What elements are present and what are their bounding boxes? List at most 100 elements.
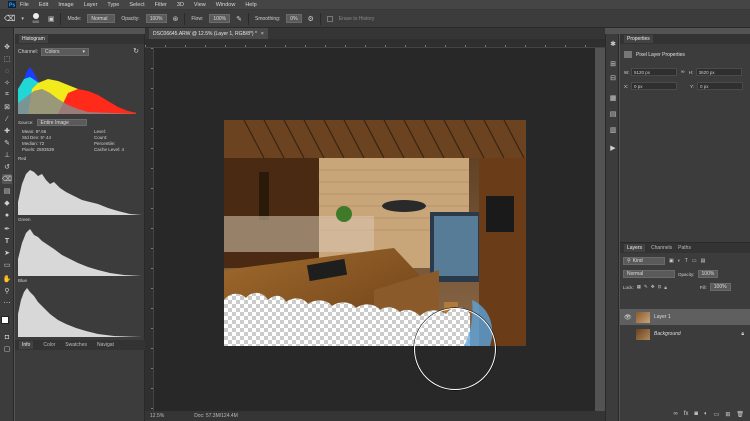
- menu-3d[interactable]: 3D: [177, 2, 184, 8]
- add-mask-icon[interactable]: ◙: [694, 411, 698, 417]
- zoom-level[interactable]: 12.5%: [150, 413, 164, 419]
- character-icon[interactable]: ▥: [609, 126, 617, 134]
- width-field[interactable]: 5120 px: [631, 68, 677, 76]
- filter-smart-icon[interactable]: ▤: [701, 258, 706, 264]
- quick-mask-icon[interactable]: ◘: [2, 332, 12, 342]
- lock-artboard-icon[interactable]: ⊡: [658, 284, 662, 290]
- fx-icon[interactable]: fx: [684, 411, 689, 417]
- brush-size-picker[interactable]: 600: [30, 13, 42, 24]
- type-tool-icon[interactable]: T: [2, 236, 12, 246]
- tab-info[interactable]: Info: [19, 341, 34, 349]
- opacity-field[interactable]: 100%: [145, 14, 167, 23]
- filter-adjust-icon[interactable]: ◐: [678, 258, 681, 264]
- menu-view[interactable]: View: [194, 2, 206, 8]
- eye-icon[interactable]: 👁︎: [624, 314, 632, 321]
- close-icon[interactable]: ×: [261, 31, 264, 37]
- menu-image[interactable]: Image: [58, 2, 73, 8]
- paragraph-icon[interactable]: ▤: [609, 110, 617, 118]
- document-size[interactable]: Doc: 57.3M/124.4M: [194, 413, 238, 419]
- menu-file[interactable]: File: [20, 2, 29, 8]
- rectangle-tool-icon[interactable]: ▭: [2, 260, 12, 270]
- airbrush-icon[interactable]: ✎: [236, 15, 242, 23]
- history-icon[interactable]: ▦: [609, 94, 617, 102]
- tab-properties[interactable]: Properties: [624, 35, 653, 43]
- brush-tool-icon[interactable]: ✎: [2, 138, 12, 148]
- smoothing-settings-icon[interactable]: ⚙: [308, 15, 314, 23]
- blend-mode-select[interactable]: Normal: [623, 270, 675, 278]
- pressure-opacity-icon[interactable]: ⊛: [173, 15, 179, 23]
- healing-brush-tool-icon[interactable]: ✚: [2, 126, 12, 136]
- color-swatches[interactable]: [1, 316, 13, 328]
- tab-layers[interactable]: Layers: [624, 244, 646, 252]
- frame-tool-icon[interactable]: ⊠: [2, 102, 12, 112]
- document-image[interactable]: [224, 120, 526, 346]
- fill-field[interactable]: 100%: [709, 283, 731, 291]
- menu-help[interactable]: Help: [245, 2, 256, 8]
- x-field[interactable]: 0 px: [631, 82, 677, 90]
- blur-tool-icon[interactable]: ◆: [2, 198, 12, 208]
- canvas-area[interactable]: [154, 48, 595, 411]
- trash-icon[interactable]: 🗑︎: [736, 411, 744, 418]
- eyedropper-tool-icon[interactable]: ⁄: [2, 114, 12, 124]
- chevron-down-icon[interactable]: ▾: [21, 16, 24, 22]
- lock-transparent-icon[interactable]: ▦: [637, 284, 641, 290]
- source-select[interactable]: Entire Image: [36, 119, 87, 126]
- menu-select[interactable]: Select: [129, 2, 144, 8]
- styles-icon[interactable]: ⊞: [609, 60, 617, 68]
- tab-histogram[interactable]: Histogram: [19, 35, 48, 43]
- layer-row-layer-1[interactable]: 👁︎ Layer 1: [620, 309, 750, 325]
- brush-settings-icon[interactable]: ▣: [48, 15, 55, 23]
- filter-type-icon[interactable]: T: [685, 258, 688, 264]
- tab-color[interactable]: Color: [43, 342, 55, 348]
- crop-tool-icon[interactable]: ⌗: [2, 90, 12, 100]
- menu-layer[interactable]: Layer: [84, 2, 98, 8]
- foreground-color[interactable]: [1, 316, 9, 324]
- layer-row-background[interactable]: Background 🔒︎: [620, 326, 750, 342]
- history-brush-tool-icon[interactable]: ↺: [2, 162, 12, 172]
- filter-shape-icon[interactable]: ▭: [692, 258, 697, 264]
- tab-navigator[interactable]: Navigat: [97, 342, 114, 348]
- dodge-tool-icon[interactable]: ●: [2, 210, 12, 220]
- gradient-tool-icon[interactable]: ▤: [2, 186, 12, 196]
- lasso-tool-icon[interactable]: ◌: [2, 66, 12, 76]
- adjustments-icon[interactable]: ✱: [609, 40, 617, 48]
- move-tool-icon[interactable]: ✥: [2, 42, 12, 52]
- eraser-tool-icon[interactable]: ⌫: [2, 174, 12, 184]
- flow-field[interactable]: 100%: [209, 14, 231, 23]
- visibility-toggle[interactable]: [624, 331, 630, 337]
- tab-swatches[interactable]: Swatches: [65, 342, 87, 348]
- layer-name[interactable]: Layer 1: [654, 314, 671, 320]
- hand-tool-icon[interactable]: ✋: [2, 274, 12, 284]
- properties-icon[interactable]: ⊟: [609, 74, 617, 82]
- clone-stamp-tool-icon[interactable]: ⊥: [2, 150, 12, 160]
- layer-opacity-field[interactable]: 100%: [697, 270, 719, 278]
- filter-pixel-icon[interactable]: ▣: [669, 258, 674, 264]
- new-group-icon[interactable]: ▭: [714, 411, 720, 418]
- lock-position-icon[interactable]: ✥: [651, 284, 655, 290]
- path-select-tool-icon[interactable]: ➤: [2, 248, 12, 258]
- height-field[interactable]: 3620 px: [695, 68, 742, 76]
- lock-pixels-icon[interactable]: ✎: [644, 284, 648, 290]
- pen-tool-icon[interactable]: ✒: [2, 224, 12, 234]
- menu-type[interactable]: Type: [107, 2, 119, 8]
- tab-paths[interactable]: Paths: [678, 245, 691, 251]
- smoothing-field[interactable]: 0%: [286, 14, 302, 23]
- quick-select-tool-icon[interactable]: ✧: [2, 78, 12, 88]
- more-tools-icon[interactable]: ⋯: [2, 298, 12, 308]
- link-icon[interactable]: ∞: [681, 69, 685, 75]
- channel-select[interactable]: Colors ▾: [41, 48, 90, 56]
- menu-window[interactable]: Window: [216, 2, 236, 8]
- link-layers-icon[interactable]: ∞: [673, 411, 677, 417]
- y-field[interactable]: 0 px: [697, 82, 743, 90]
- lock-all-icon[interactable]: 🔒︎: [664, 285, 666, 290]
- erase-history-checkbox[interactable]: [326, 15, 333, 22]
- menu-edit[interactable]: Edit: [39, 2, 48, 8]
- screen-mode-icon[interactable]: ▢: [2, 344, 12, 354]
- kind-filter-select[interactable]: ⚲ Kind: [623, 257, 665, 265]
- mode-select[interactable]: Normal: [87, 14, 116, 23]
- tab-channels[interactable]: Channels: [651, 245, 672, 251]
- refresh-icon[interactable]: ↻: [133, 47, 139, 55]
- document-tab[interactable]: DSC06645.ARW @ 12.5% (Layer 1, RGB/8*) *…: [149, 28, 268, 39]
- new-layer-icon[interactable]: ⊞: [725, 411, 730, 418]
- menu-filter[interactable]: Filter: [155, 2, 167, 8]
